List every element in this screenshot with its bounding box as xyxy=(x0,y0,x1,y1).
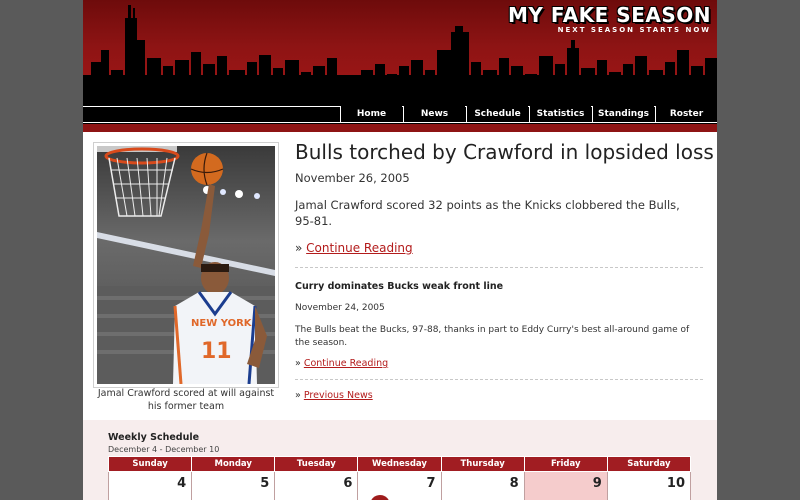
day-number: 10 xyxy=(666,476,685,491)
schedule-calendar: Sunday Monday Tuesday Wednesday Thursday… xyxy=(107,456,692,500)
page: MY FAKE SEASON NEXT SEASON STARTS NOW Ho… xyxy=(83,0,717,500)
nav-news[interactable]: News xyxy=(403,106,465,122)
photo-caption: Jamal Crawford scored at will against hi… xyxy=(97,388,275,412)
day-header-tuesday: Tuesday xyxy=(274,456,359,472)
site-header: MY FAKE SEASON NEXT SEASON STARTS NOW xyxy=(83,0,717,104)
nav-schedule[interactable]: Schedule xyxy=(466,106,528,122)
day-cell-thursday[interactable]: 8 xyxy=(440,471,525,500)
site-title[interactable]: MY FAKE SEASON xyxy=(508,3,711,27)
main-story-date: November 26, 2005 xyxy=(295,171,410,185)
day-cell-wednesday[interactable]: 7 xyxy=(357,471,442,500)
jersey-number: 11 xyxy=(201,339,232,364)
main-story-title[interactable]: Bulls torched by Crawford in lopsided lo… xyxy=(295,140,714,164)
day-cell-friday[interactable]: 9 xyxy=(523,471,608,500)
secondary-story-more: » Continue Reading xyxy=(295,358,388,369)
secondary-continue-reading-link[interactable]: Continue Reading xyxy=(304,358,388,369)
day-number: 5 xyxy=(260,476,270,491)
main-story-summary: Jamal Crawford scored 32 points as the K… xyxy=(295,198,680,228)
day-header-thursday: Thursday xyxy=(440,456,525,472)
more-arrow: » xyxy=(295,241,307,255)
story-photo[interactable]: NEW YORK 11 xyxy=(97,146,275,384)
nav-statistics[interactable]: Statistics xyxy=(529,106,591,122)
more-arrow: » xyxy=(295,390,304,401)
day-header-monday: Monday xyxy=(191,456,276,472)
day-cell-sunday[interactable]: 4 xyxy=(107,471,193,500)
day-cell-saturday[interactable]: 10 xyxy=(606,471,692,500)
secondary-story-title[interactable]: Curry dominates Bucks weak front line xyxy=(295,281,503,292)
day-number: 4 xyxy=(177,476,187,491)
main-continue-reading-link[interactable]: Continue Reading xyxy=(306,241,412,255)
main-nav: Home News Schedule Statistics Standings … xyxy=(83,104,717,124)
main-story-more: » Continue Reading xyxy=(295,241,413,255)
previous-news-link[interactable]: Previous News xyxy=(304,390,373,401)
secondary-story-summary: The Bulls beat the Bucks, 97-88, thanks … xyxy=(295,325,690,348)
nav-roster[interactable]: Roster xyxy=(655,106,717,122)
day-cell-tuesday[interactable]: 6 xyxy=(274,471,359,500)
nav-standings[interactable]: Standings xyxy=(592,106,654,122)
day-cell-monday[interactable]: 5 xyxy=(191,471,276,500)
schedule-title: Weekly Schedule xyxy=(108,432,200,443)
site-tagline: NEXT SEASON STARTS NOW xyxy=(557,26,711,34)
day-header-friday: Friday xyxy=(523,456,608,472)
schedule-date-range: December 4 - December 10 xyxy=(108,445,220,454)
day-number: 8 xyxy=(509,476,519,491)
more-arrow: » xyxy=(295,358,304,369)
nav-accent-bar xyxy=(83,124,717,132)
story-divider xyxy=(295,379,703,380)
jersey-lettering: NEW YORK xyxy=(191,318,253,329)
opponent-logo-icon[interactable] xyxy=(370,495,391,500)
day-number: 9 xyxy=(592,476,602,491)
player-dunk-image: NEW YORK 11 xyxy=(97,146,275,384)
weekly-schedule: Weekly Schedule December 4 - December 10… xyxy=(83,420,717,500)
day-number: 7 xyxy=(426,476,436,491)
day-header-wednesday: Wednesday xyxy=(357,456,442,472)
day-header-sunday: Sunday xyxy=(107,456,193,472)
previous-news: » Previous News xyxy=(295,390,373,401)
day-number: 6 xyxy=(343,476,353,491)
story-divider xyxy=(295,267,703,268)
day-header-saturday: Saturday xyxy=(606,456,692,472)
secondary-story-date: November 24, 2005 xyxy=(295,303,385,313)
story-photo-frame: NEW YORK 11 xyxy=(93,142,279,388)
nav-home[interactable]: Home xyxy=(340,106,402,122)
